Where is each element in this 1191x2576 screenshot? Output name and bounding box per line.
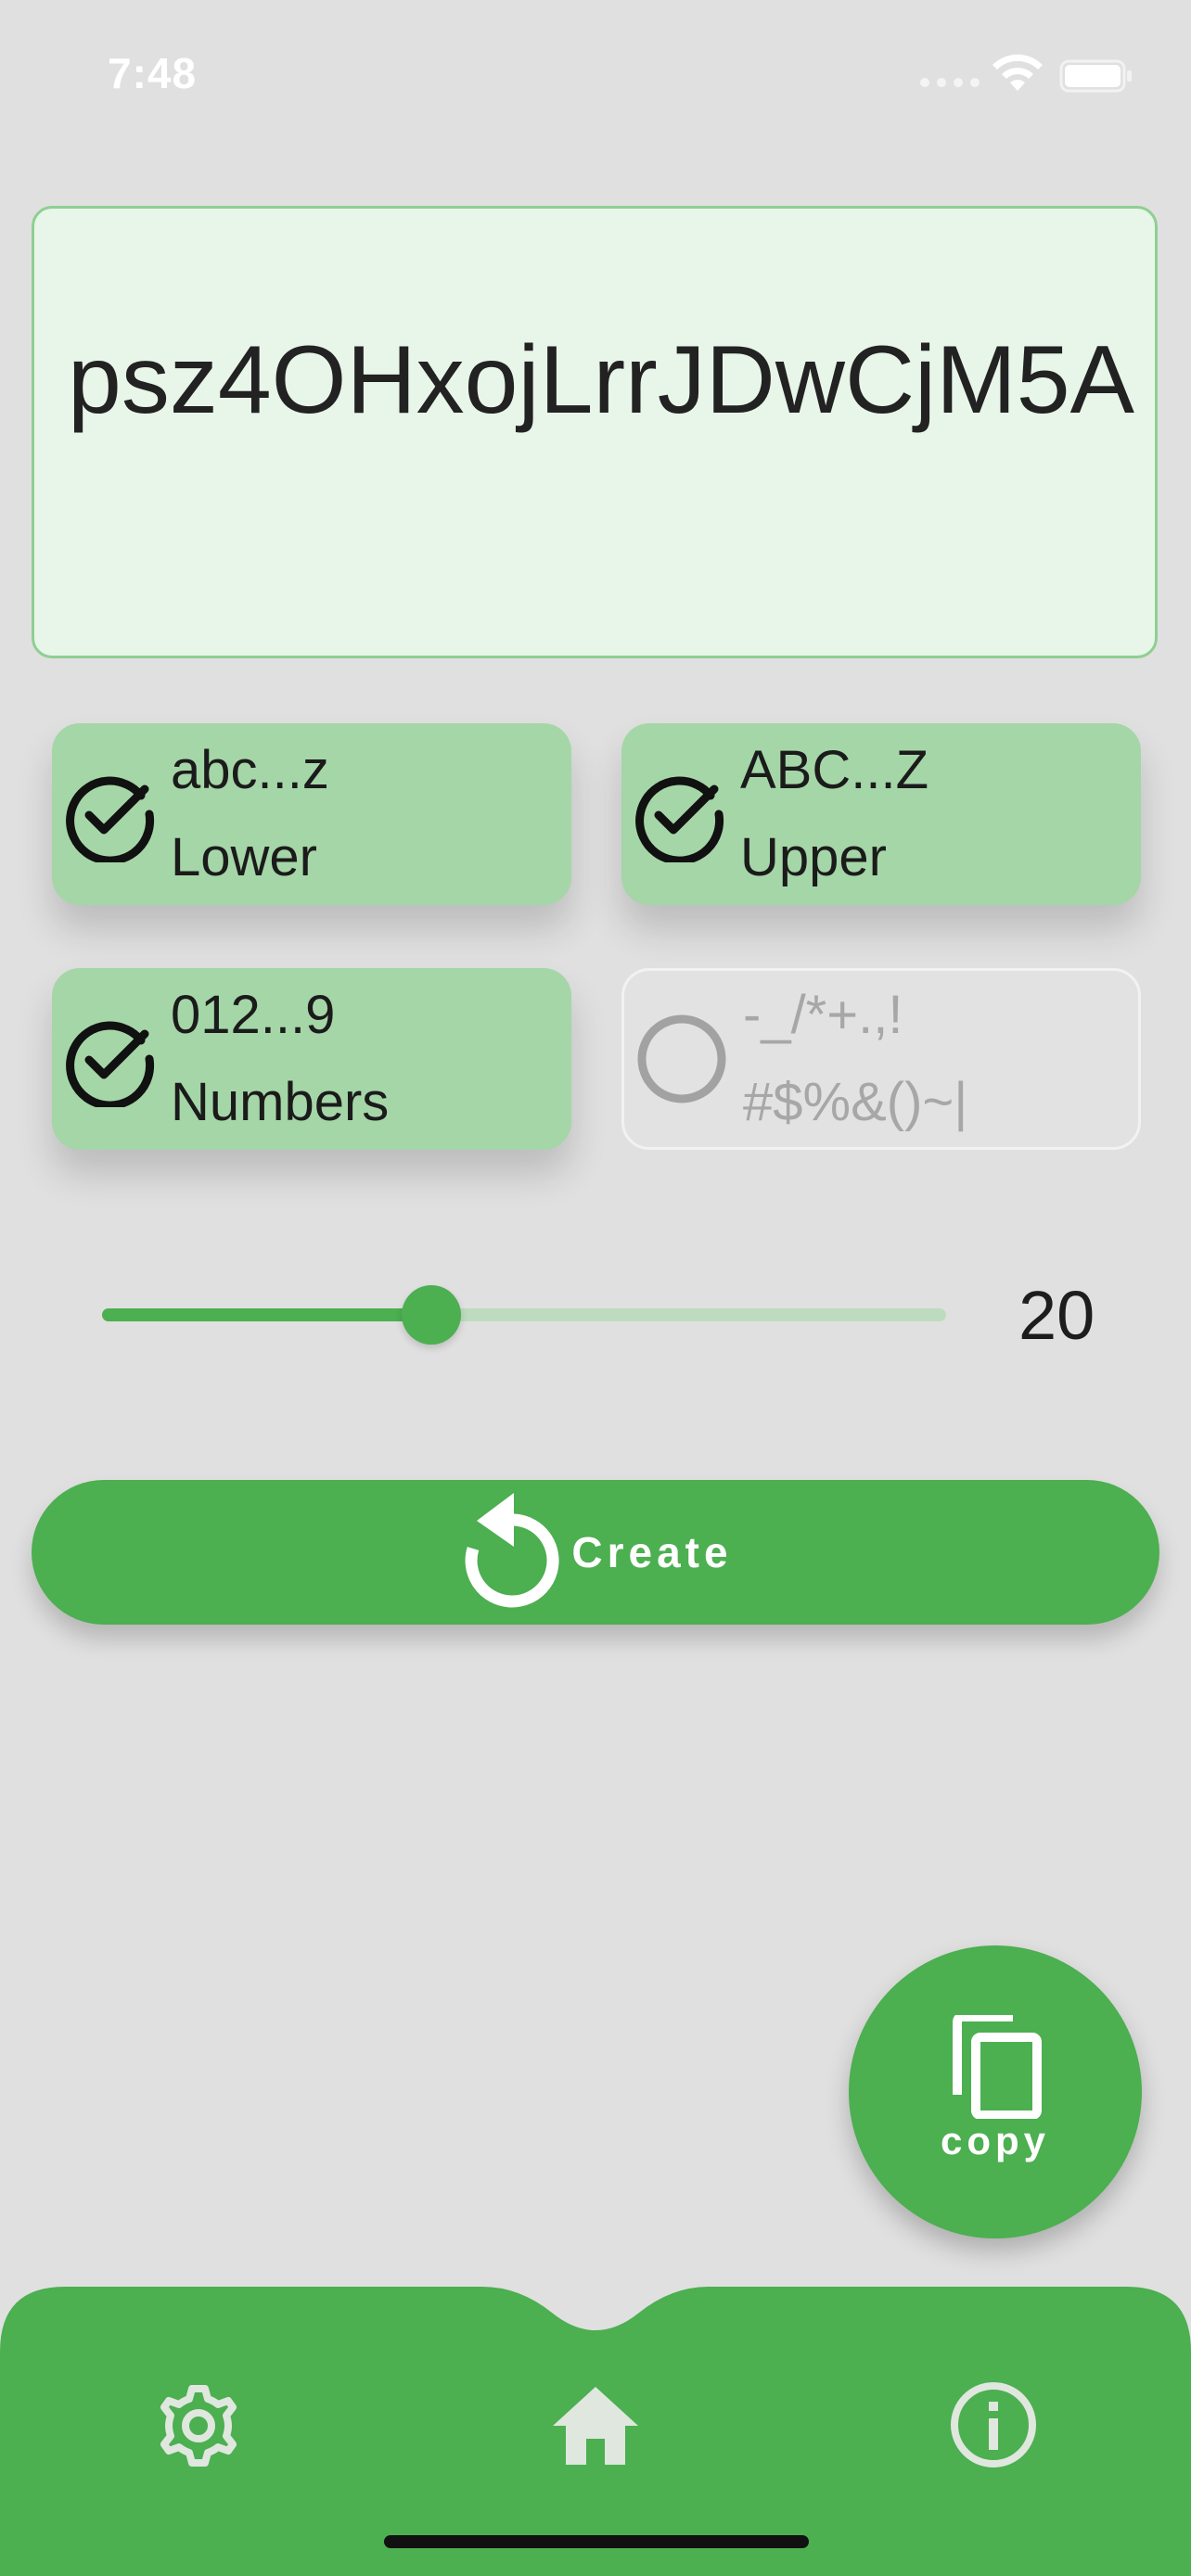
uppercase-toggle[interactable]: ABC...Z Upper (621, 723, 1141, 905)
checked-circle-icon (66, 1021, 155, 1107)
wifi-icon (992, 54, 1043, 91)
checked-circle-icon (635, 776, 724, 862)
slider-fill (102, 1308, 431, 1321)
special-characters-label: -_/*+.,! #$%&()~| (743, 985, 968, 1132)
copy-button[interactable]: copy (849, 1945, 1142, 2238)
special-characters-toggle[interactable]: -_/*+.,! #$%&()~| (621, 968, 1141, 1150)
info-icon[interactable] (948, 2379, 1039, 2470)
create-label: Create (571, 1528, 733, 1576)
lowercase-label: abc...z Lower (171, 740, 329, 887)
settings-gear-icon[interactable] (154, 2381, 243, 2470)
unchecked-circle-icon (637, 1014, 726, 1103)
generated-password: psz4OHxojLrrJDwCjM5A (68, 326, 1134, 434)
home-icon[interactable] (549, 2381, 642, 2470)
numbers-toggle[interactable]: 012...9 Numbers (52, 968, 571, 1150)
slider-thumb[interactable] (401, 1285, 461, 1345)
checked-circle-icon (66, 776, 155, 862)
lowercase-toggle[interactable]: abc...z Lower (52, 723, 571, 905)
length-value: 20 (1018, 1277, 1095, 1354)
battery-icon (1059, 59, 1132, 93)
copy-icon (953, 2015, 1042, 2119)
home-indicator (384, 2535, 809, 2548)
password-display[interactable]: psz4OHxojLrrJDwCjM5A (32, 206, 1158, 658)
refresh-icon (465, 1493, 559, 1608)
length-slider[interactable] (102, 1280, 946, 1350)
numbers-label: 012...9 Numbers (171, 985, 390, 1132)
uppercase-label: ABC...Z Upper (740, 740, 929, 887)
status-time: 7:48 (108, 49, 198, 97)
create-button[interactable]: Create (32, 1480, 1159, 1625)
cellular-signal-icon (920, 76, 981, 89)
copy-label: copy (940, 2119, 1051, 2162)
